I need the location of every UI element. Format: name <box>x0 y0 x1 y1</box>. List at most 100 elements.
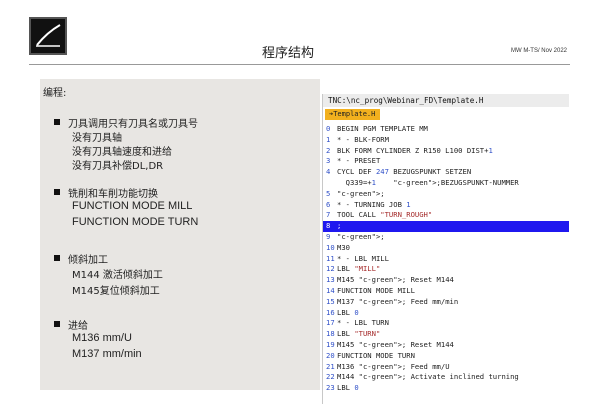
section-line: 没有刀具轴 <box>72 133 122 144</box>
line-number: 21 <box>326 361 335 371</box>
code-text: M136 "c-green">; Feed mm/U <box>337 361 450 371</box>
code-line[interactable]: 23 LBL 0 <box>323 383 569 394</box>
bullet-icon <box>54 321 60 327</box>
section-line: 没有刀具补偿DL,DR <box>72 161 164 172</box>
code-line[interactable]: 9 "c-green">; <box>323 232 569 243</box>
header-divider <box>29 64 570 65</box>
programming-label: 编程: <box>43 88 67 99</box>
line-number: 18 <box>326 329 335 339</box>
code-text: LBL 0 <box>337 383 359 393</box>
line-number: 16 <box>326 307 335 317</box>
file-path-bar: TNC:\nc_prog\Webinar_FD\Template.H <box>323 94 569 107</box>
line-number: 6 <box>326 199 331 209</box>
logo-swoosh-icon <box>36 24 61 47</box>
line-number: 10 <box>326 242 335 252</box>
code-text: M30 <box>337 242 350 252</box>
code-line[interactable]: 8; <box>323 221 569 232</box>
line-number: 17 <box>326 318 335 328</box>
code-line[interactable]: 1 * - BLK-FORM <box>323 135 569 146</box>
code-listing[interactable]: 0 BEGIN PGM TEMPLATE MM 1 * - BLK-FORM 2 BLK … <box>323 124 569 394</box>
line-number: 11 <box>326 253 335 263</box>
line-number: 13 <box>326 275 335 285</box>
section-line: M136 mm/U <box>72 332 132 344</box>
code-text: ; <box>337 221 342 231</box>
code-text: "c-green">; <box>337 188 385 198</box>
section-line: FUNCTION MODE MILL <box>72 200 193 212</box>
code-line[interactable]: 17 * - LBL TURN <box>323 318 569 329</box>
code-text: M145 "c-green">; Reset M144 <box>337 339 454 349</box>
code-line[interactable]: 0 BEGIN PGM TEMPLATE MM <box>323 124 569 135</box>
section-line: M137 mm/min <box>72 348 142 360</box>
line-number: 8 <box>326 221 331 231</box>
company-logo <box>29 17 67 55</box>
bullet-icon <box>54 189 60 195</box>
page-title: 程序结构 <box>262 46 315 61</box>
document-reference: MW M-TS/ Nov 2022 <box>510 48 567 54</box>
code-line[interactable]: 20 FUNCTION MODE TURN <box>323 351 569 362</box>
line-number: 9 <box>326 231 331 241</box>
section-title: 进给 <box>68 321 88 332</box>
code-text: FUNCTION MODE TURN <box>337 350 415 360</box>
code-line[interactable]: 3 * - PRESET <box>323 156 569 167</box>
line-number: 20 <box>326 350 335 360</box>
section-line: 没有刀具轴速度和进给 <box>72 147 172 158</box>
code-text: "c-green">; <box>337 231 385 241</box>
code-text: LBL "MILL" <box>337 264 381 274</box>
code-text: FUNCTION MODE MILL <box>337 285 415 295</box>
line-number: 15 <box>326 296 335 306</box>
section-title: 倾斜加工 <box>68 255 108 266</box>
nc-program-editor[interactable]: TNC:\nc_prog\Webinar_FD\Template.H ➔Temp… <box>322 94 569 404</box>
line-number: 19 <box>326 339 335 349</box>
code-line[interactable]: 13 M145 "c-green">; Reset M144 <box>323 275 569 286</box>
code-line[interactable]: 12 LBL "MILL" <box>323 264 569 275</box>
code-line[interactable]: 10 M30 <box>323 243 569 254</box>
code-line[interactable]: 4 CYCL DEF 247 BEZUGSPUNKT SETZEN <box>323 167 569 178</box>
code-text: BEGIN PGM TEMPLATE MM <box>337 124 428 133</box>
line-number: 5 <box>326 188 331 198</box>
code-line[interactable]: 16 LBL 0 <box>323 308 569 319</box>
bullet-icon <box>54 255 60 261</box>
code-text: * - TURNING JOB 1 <box>337 199 411 209</box>
code-text: CYCL DEF 247 BEZUGSPUNKT SETZEN <box>337 167 472 177</box>
bullet-icon <box>54 119 60 125</box>
code-text: Q339=+1 "c-green">;BEZUGSPUNKT-NUMMER <box>337 177 519 187</box>
code-text: LBL "TURN" <box>337 329 381 339</box>
code-line[interactable]: 21 M136 "c-green">; Feed mm/U <box>323 362 569 373</box>
code-line[interactable]: 14 FUNCTION MODE MILL <box>323 286 569 297</box>
code-line[interactable]: 15 M137 "c-green">; Feed mm/min <box>323 297 569 308</box>
code-text: * - LBL TURN <box>337 318 389 328</box>
line-number: 12 <box>326 264 335 274</box>
code-line[interactable]: Q339=+1 "c-green">;BEZUGSPUNKT-NUMMER <box>323 178 569 189</box>
code-text: M137 "c-green">; Feed mm/min <box>337 296 459 306</box>
code-text: TOOL CALL "TURN_ROUGH" <box>337 210 433 220</box>
code-text: * - PRESET <box>337 156 381 166</box>
section-line: FUNCTION MODE TURN <box>72 216 199 228</box>
line-number: 14 <box>326 285 335 295</box>
line-number: 1 <box>326 134 331 144</box>
code-line[interactable]: 18 LBL "TURN" <box>323 329 569 340</box>
code-line[interactable]: 5 "c-green">; <box>323 189 569 200</box>
line-number: 3 <box>326 156 331 166</box>
code-line[interactable]: 7 TOOL CALL "TURN_ROUGH" <box>323 210 569 221</box>
section-line: M145复位倾斜加工 <box>72 286 160 297</box>
line-number: 22 <box>326 372 335 382</box>
code-text: * - BLK-FORM <box>337 134 389 144</box>
tab-template[interactable]: ➔Template.H <box>325 109 380 120</box>
section-title: 铣削和车削功能切换 <box>68 189 158 200</box>
programming-notes-panel: 编程: 刀具调用只有刀具名或刀具号 没有刀具轴 没有刀具轴速度和进给 没有刀具补… <box>40 79 320 390</box>
line-number: 7 <box>326 210 331 220</box>
line-number: 0 <box>326 124 331 133</box>
code-text: BLK FORM CYLINDER Z R150 L100 DIST+1 <box>337 145 493 155</box>
code-text: LBL 0 <box>337 307 359 317</box>
code-line[interactable]: 11 * - LBL MILL <box>323 254 569 265</box>
code-line[interactable]: 19 M145 "c-green">; Reset M144 <box>323 340 569 351</box>
code-line[interactable]: 22 M144 "c-green">; Activate inclined tur… <box>323 372 569 383</box>
section-line: M144 激活倾斜加工 <box>72 270 163 281</box>
code-line[interactable]: 2 BLK FORM CYLINDER Z R150 L100 DIST+1 <box>323 146 569 157</box>
tab-label: Template.H <box>333 110 376 118</box>
code-text: M145 "c-green">; Reset M144 <box>337 275 454 285</box>
section-title: 刀具调用只有刀具名或刀具号 <box>68 119 198 130</box>
code-line[interactable]: 6 * - TURNING JOB 1 <box>323 200 569 211</box>
code-text: M144 "c-green">; Activate inclined turni… <box>337 372 519 382</box>
line-number: 2 <box>326 145 331 155</box>
